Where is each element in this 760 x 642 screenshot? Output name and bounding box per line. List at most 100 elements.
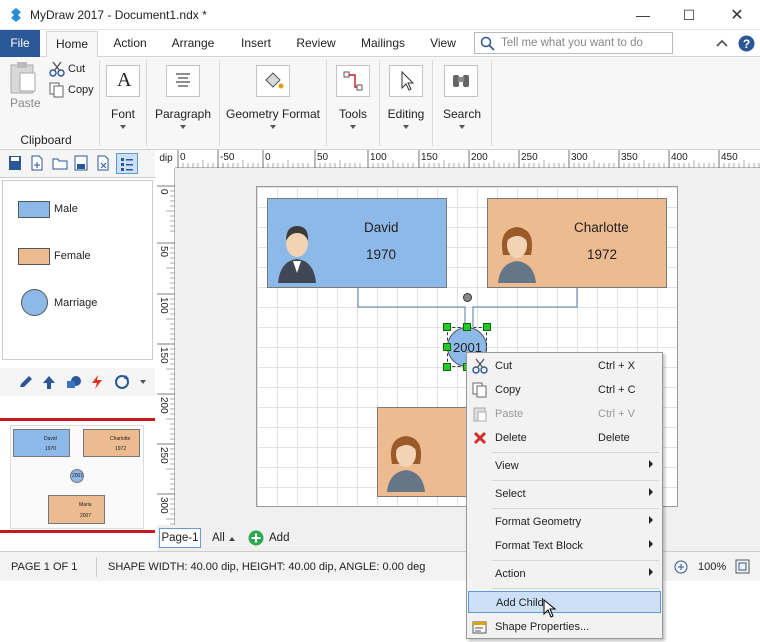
shape-label-marriage[interactable]: Marriage xyxy=(54,297,97,309)
zoom-level[interactable]: 100% xyxy=(698,561,726,573)
resize-handle-w[interactable] xyxy=(443,343,451,351)
help-icon[interactable]: ? xyxy=(738,35,755,52)
collapse-ribbon-icon[interactable] xyxy=(716,38,728,48)
menu-item-add-child[interactable]: Add Child xyxy=(468,591,661,613)
marriage-shape-icon[interactable] xyxy=(21,289,48,316)
menu-item-shape-properties[interactable]: Shape Properties... xyxy=(467,616,662,638)
ruler-left-label: 250 xyxy=(158,447,169,464)
delete-x-icon xyxy=(473,431,487,445)
paste-button[interactable]: Paste xyxy=(10,96,41,110)
tab-review[interactable]: Review xyxy=(290,30,342,57)
font-group[interactable]: A Font xyxy=(100,57,146,149)
page-tab[interactable]: Page-1 xyxy=(159,528,201,548)
copy-button[interactable]: Copy xyxy=(68,84,94,96)
menu-item-view[interactable]: View xyxy=(467,455,662,477)
male-card[interactable]: David 1970 xyxy=(267,198,447,288)
tools-button[interactable]: Tools xyxy=(327,107,379,121)
new-document-icon[interactable] xyxy=(30,155,44,171)
maximize-button[interactable]: ☐ xyxy=(666,0,712,30)
file-tab[interactable]: File xyxy=(0,30,40,57)
ruler-top-label: 200 xyxy=(471,152,488,163)
shapes-icon[interactable] xyxy=(66,375,82,389)
menu-item-paste[interactable]: Paste Ctrl + V xyxy=(467,403,662,425)
minimize-button[interactable]: — xyxy=(620,0,666,30)
list-view-button[interactable] xyxy=(116,153,138,174)
font-button[interactable]: Font xyxy=(100,107,146,121)
search-group[interactable]: Search xyxy=(433,57,491,149)
all-pages-caret-icon[interactable] xyxy=(229,537,235,541)
add-page-icon[interactable] xyxy=(248,530,264,546)
paste-icon xyxy=(10,62,36,94)
menu-item-format-text-block[interactable]: Format Text Block xyxy=(467,535,662,557)
submenu-arrow-icon xyxy=(649,540,653,548)
menu-item-select[interactable]: Select xyxy=(467,483,662,505)
geometry-format-group[interactable]: Geometry Format xyxy=(220,57,326,149)
edit-icon[interactable] xyxy=(18,375,34,389)
context-menu: Cut Ctrl + X Copy Ctrl + C Paste Ctrl + V D… xyxy=(466,352,663,639)
child-card[interactable] xyxy=(377,407,467,497)
arrow-up-icon[interactable] xyxy=(42,375,56,390)
editing-group[interactable]: Editing xyxy=(380,57,432,149)
shape-label-male[interactable]: Male xyxy=(54,203,78,215)
zoom-in-icon[interactable] xyxy=(674,560,688,574)
resize-handle-nw[interactable] xyxy=(443,323,451,331)
page-preview[interactable]: David 1970 Charlotte 1972 2001 Maria 200… xyxy=(0,418,155,533)
preview-female-card: Charlotte 1972 xyxy=(83,429,140,457)
shape-label-female[interactable]: Female xyxy=(54,250,91,262)
list-view-icon xyxy=(121,158,133,171)
fit-page-icon[interactable] xyxy=(735,559,750,574)
add-page-button[interactable]: Add xyxy=(269,532,289,544)
tab-insert[interactable]: Insert xyxy=(233,30,279,57)
female-shape-icon[interactable] xyxy=(18,248,50,265)
save-icon[interactable] xyxy=(8,155,22,171)
ruler-left-label: 100 xyxy=(158,297,169,314)
paragraph-icon xyxy=(166,65,200,97)
tab-arrange[interactable]: Arrange xyxy=(163,30,223,57)
resize-handle-ne[interactable] xyxy=(483,323,491,331)
submenu-arrow-icon xyxy=(649,460,653,468)
preview-child-card: Maria 2007 xyxy=(48,495,105,524)
resize-handle-n[interactable] xyxy=(463,323,471,331)
paragraph-button[interactable]: Paragraph xyxy=(147,107,219,121)
all-pages-button[interactable]: All xyxy=(212,532,225,544)
menu-item-format-geometry[interactable]: Format Geometry xyxy=(467,511,662,533)
export-icon[interactable] xyxy=(74,155,88,171)
geometry-format-button[interactable]: Geometry Format xyxy=(220,107,326,121)
female-card[interactable]: Charlotte 1972 xyxy=(487,198,667,288)
page-tabs-bar: Page-1 All Add xyxy=(157,525,760,551)
open-folder-icon[interactable] xyxy=(52,155,68,171)
paste-icon xyxy=(473,407,487,422)
tab-mailings[interactable]: Mailings xyxy=(354,30,412,57)
search-input[interactable]: Tell me what you want to do xyxy=(474,32,673,54)
copy-icon xyxy=(49,82,64,98)
toolbar-more-icon[interactable] xyxy=(140,380,146,384)
rotate-icon[interactable] xyxy=(114,374,130,390)
female-avatar-icon xyxy=(498,227,536,283)
lightning-icon[interactable] xyxy=(91,374,103,390)
paragraph-group[interactable]: Paragraph xyxy=(147,57,219,149)
menu-item-cut[interactable]: Cut Ctrl + X xyxy=(467,355,662,377)
menu-item-copy[interactable]: Copy Ctrl + C xyxy=(467,379,662,401)
editing-button[interactable]: Editing xyxy=(380,107,432,121)
scissors-icon xyxy=(472,358,488,374)
rotation-handle[interactable] xyxy=(463,293,472,302)
male-shape-icon[interactable] xyxy=(18,201,50,218)
resize-handle-sw[interactable] xyxy=(443,363,451,371)
ribbon: Paste Cut Copy Clipboard A Font Paragrap… xyxy=(0,57,760,150)
tab-view[interactable]: View xyxy=(422,30,464,57)
font-icon: A xyxy=(106,65,140,97)
menu-item-delete[interactable]: Delete Delete xyxy=(467,427,662,449)
close-button[interactable]: ✕ xyxy=(714,0,760,30)
search-button[interactable]: Search xyxy=(433,107,491,121)
tab-action[interactable]: Action xyxy=(107,30,153,57)
page-indicator: PAGE 1 OF 1 xyxy=(11,561,78,573)
binoculars-icon xyxy=(444,65,478,97)
close-document-icon[interactable] xyxy=(96,155,110,171)
ruler-top-label: 300 xyxy=(571,152,588,163)
drawing-toolbar xyxy=(0,368,155,396)
tools-group[interactable]: Tools xyxy=(327,57,379,149)
cut-button[interactable]: Cut xyxy=(68,63,85,75)
tab-home[interactable]: Home xyxy=(46,31,98,58)
menu-item-action[interactable]: Action xyxy=(467,563,662,585)
male-avatar-icon xyxy=(278,226,316,283)
